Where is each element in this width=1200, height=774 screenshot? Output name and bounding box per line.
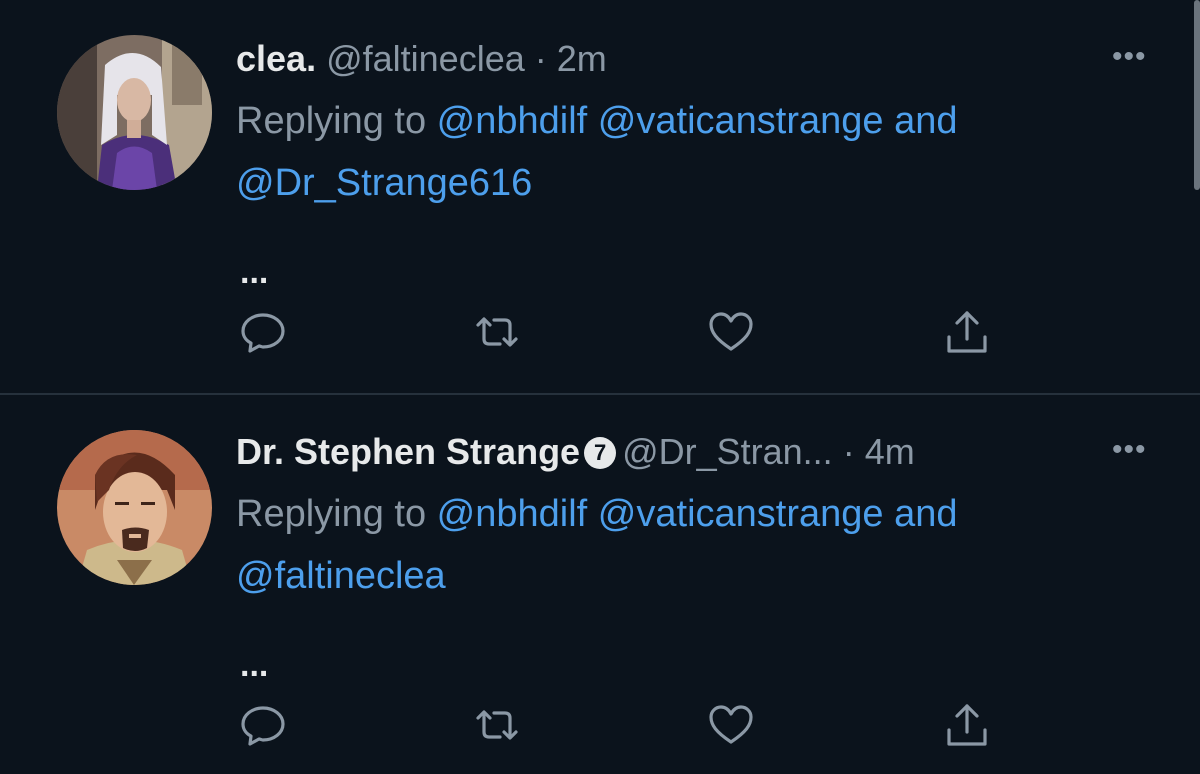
more-options-icon[interactable]: •••	[1112, 433, 1147, 467]
and-label: and	[894, 100, 958, 142]
display-name[interactable]: clea.	[236, 38, 316, 79]
replying-to: Replying to @nbhdilf @vaticanstrange and…	[236, 483, 1136, 607]
mention-link[interactable]: @faltineclea	[236, 555, 446, 597]
timestamp[interactable]: 2m	[557, 38, 607, 79]
mention-link[interactable]: @nbhdilf	[437, 100, 588, 142]
retweet-icon[interactable]	[472, 307, 522, 357]
reply-icon[interactable]	[238, 307, 288, 357]
share-icon[interactable]	[942, 307, 992, 357]
retweet-icon[interactable]	[472, 700, 522, 750]
tweet-header: clea. @faltineclea · 2m	[236, 37, 607, 81]
and-label: and	[894, 493, 958, 535]
timestamp[interactable]: 4m	[865, 431, 915, 472]
avatar[interactable]	[57, 430, 212, 585]
tweet-header: Dr. Stephen Strange 7 @Dr_Stran... · 4m	[236, 430, 915, 474]
more-options-icon[interactable]: •••	[1112, 40, 1147, 74]
reply-icon[interactable]	[238, 700, 288, 750]
avatar[interactable]	[57, 35, 212, 190]
mention-link[interactable]: @vaticanstrange	[598, 100, 884, 142]
truncated-text: ...	[240, 646, 269, 684]
separator: ·	[832, 431, 865, 472]
like-icon[interactable]	[706, 700, 756, 750]
like-icon[interactable]	[706, 307, 756, 357]
tweet[interactable]: Dr. Stephen Strange 7 @Dr_Stran... · 4m ••…	[0, 395, 1200, 774]
user-handle[interactable]: @Dr_Stran...	[622, 431, 833, 472]
share-icon[interactable]	[942, 700, 992, 750]
replying-to: Replying to @nbhdilf @vaticanstrange and…	[236, 90, 1136, 214]
user-handle[interactable]: @faltineclea	[326, 38, 525, 79]
replying-label: Replying to	[236, 493, 437, 535]
truncated-text: ...	[240, 253, 269, 291]
mention-link[interactable]: @nbhdilf	[437, 493, 588, 535]
avatar-image	[57, 35, 212, 190]
avatar-image	[57, 430, 212, 585]
separator: ·	[524, 38, 557, 79]
replying-label: Replying to	[236, 100, 437, 142]
verified-badge-icon: 7	[584, 437, 617, 469]
mention-link[interactable]: @Dr_Strange616	[236, 162, 532, 204]
mention-link[interactable]: @vaticanstrange	[598, 493, 884, 535]
tweet[interactable]: clea. @faltineclea · 2m ••• Replying to …	[0, 0, 1200, 394]
display-name[interactable]: Dr. Stephen Strange	[236, 431, 580, 472]
